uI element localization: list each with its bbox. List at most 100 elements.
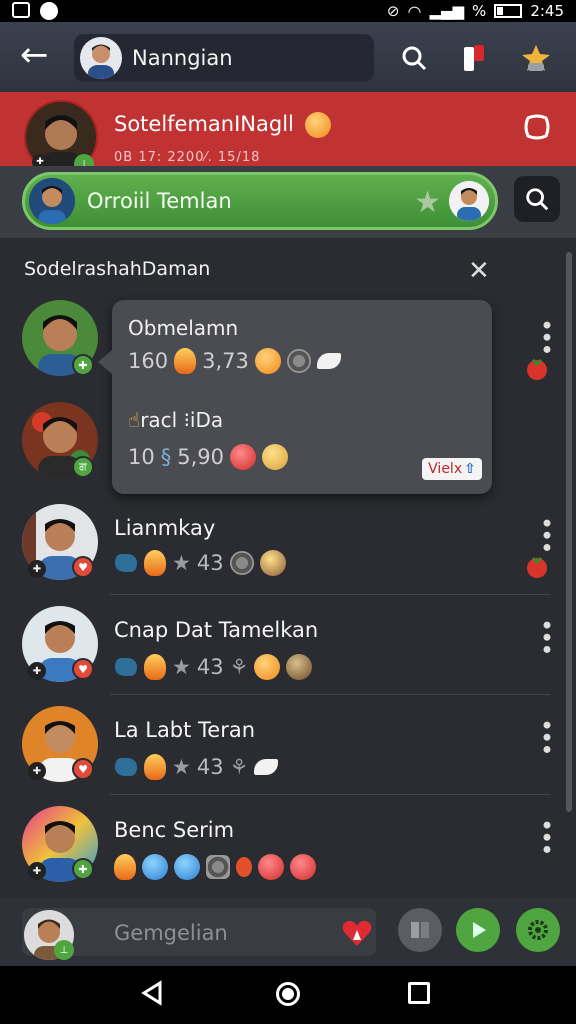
reaction-strip [114, 854, 316, 880]
blue-emoji-icon [174, 854, 200, 880]
leaf-icon [110, 758, 142, 776]
media-button[interactable] [454, 38, 494, 78]
leaf-icon [110, 658, 142, 676]
notification-subtitle: 0B 17: 2200⁄. 15/18 [114, 150, 261, 165]
more-options-button[interactable]: ••• [532, 516, 560, 552]
app-notification-icon [40, 2, 58, 20]
laugh-emoji-icon [230, 444, 256, 470]
search-button[interactable] [394, 38, 434, 78]
contact-chip[interactable]: Nanngian [74, 34, 374, 82]
list-item[interactable]: ✚ ✚ Benc Serim ••• [0, 804, 576, 904]
star-sticker-icon [522, 45, 550, 71]
search-icon [402, 46, 427, 71]
heart-eyes-badge-icon: ♥ [72, 556, 94, 578]
fire-icon [144, 754, 166, 780]
search-button-2[interactable] [514, 176, 560, 222]
panel-title: SodelrashahDaman [24, 258, 211, 280]
pin-icon: ✚ [28, 662, 46, 680]
tomato-icon [527, 358, 547, 380]
chat-app: ⊘ ◠ ▂▄▆ % 2:45 ← Nanngian ✚ ⊥ Sotelfeman… [0, 0, 576, 1024]
more-options-button[interactable]: ••• [532, 318, 560, 354]
pin-icon: ✚ [28, 762, 46, 780]
arrow-up-icon: ⇧ [464, 461, 476, 477]
send-button[interactable] [456, 908, 500, 952]
heart-eyes-badge-icon: ♥ [72, 658, 94, 680]
nav-home-button[interactable] [276, 982, 300, 1006]
wifi-icon: ◠ [407, 1, 422, 21]
person-emoji-icon [259, 550, 286, 576]
pointer-icon: ☝ [128, 408, 141, 432]
sticker-button[interactable] [516, 38, 556, 78]
signal-icon: ▂▄▆ [429, 2, 465, 20]
list-item[interactable]: ✚ ♥ Cnap Dat Tamelkan ★ 43 ⚘ ••• [0, 604, 576, 704]
bubble-stats-1: 160 3,73 [128, 348, 341, 374]
active-chat-pill[interactable]: Orroiil Temlan ★ [22, 172, 498, 230]
input-placeholder: Gemgelian [114, 921, 228, 945]
more-options-button[interactable]: ••• [532, 818, 560, 854]
value-1: 3,73 [202, 349, 249, 373]
contact-name: Benc Serim [114, 818, 235, 842]
grin-emoji-icon [254, 654, 281, 680]
frame-icon [524, 114, 550, 140]
contact-name: Cnap Dat Tamelkan [114, 618, 319, 642]
battery-icon [494, 4, 523, 18]
pin-icon: ✚ [28, 862, 46, 880]
feather-icon: ⚘ [229, 655, 249, 679]
message-input[interactable]: ⊥ Gemgelian [22, 908, 376, 964]
value-2: 5,90 [177, 445, 224, 469]
grin-emoji-icon [254, 348, 281, 374]
feather-icon: ⚘ [229, 755, 249, 779]
nav-recents-button[interactable] [408, 982, 430, 1004]
angry-emoji-icon [290, 854, 316, 880]
notification-title: SotelfemanINagll [114, 112, 331, 138]
pill-label: Orroiil Temlan [87, 189, 232, 213]
avatar [80, 37, 122, 81]
gear-icon [286, 349, 311, 373]
reaction-strip: ★ 43 ⚘ [110, 654, 313, 680]
tomato-icon [527, 556, 547, 578]
notification-banner[interactable]: ✚ ⊥ SotelfemanINagll 0B 17: 2200⁄. 15/18 [0, 92, 576, 176]
heart-icon[interactable] [340, 916, 374, 950]
more-options-button[interactable]: ••• [532, 618, 560, 654]
status-online-icon: ⊥ [54, 940, 74, 960]
back-button[interactable]: ← [20, 36, 60, 76]
angry-emoji-icon [258, 854, 284, 880]
notification-action-button[interactable] [522, 112, 552, 146]
list-item[interactable]: ✚ ♥ La Labt Teran ★ 43 ⚘ ••• [0, 704, 576, 804]
battery-percent: % [472, 2, 487, 20]
face-emoji-icon [286, 654, 313, 680]
star-icon: ★ [172, 551, 191, 575]
message-composer: ⊥ Gemgelian [0, 898, 576, 966]
page-title: Nanngian [132, 46, 233, 70]
nav-back-button[interactable] [140, 980, 166, 1006]
view-button[interactable]: Vielx ⇧ [422, 458, 482, 480]
settings-button[interactable] [516, 908, 560, 952]
status-badge: ✚ [72, 858, 94, 880]
matchstick-icon [236, 857, 252, 877]
star-icon[interactable]: ★ [414, 185, 441, 220]
list-item[interactable]: ✚ ♥ Lianmkay ★ 43 ••• [0, 502, 576, 602]
hand-icon [254, 759, 279, 775]
more-options-button[interactable]: ••• [532, 718, 560, 754]
top-header: ← Nanngian [0, 22, 576, 92]
fire-icon [144, 654, 166, 680]
book-button[interactable] [398, 908, 442, 952]
fire-icon [144, 550, 166, 576]
bubble-title-1: Obmelamn [128, 316, 239, 340]
blue-emoji-icon [142, 854, 168, 880]
fire-icon [114, 854, 136, 880]
leaf-icon [110, 554, 142, 572]
search-row: Orroiil Temlan ★ [0, 166, 576, 238]
reaction-strip: ★ 43 ⚘ [110, 754, 279, 780]
composer-avatar: ⊥ [24, 910, 74, 964]
book-icon [411, 922, 429, 938]
fire-icon [174, 348, 197, 374]
bubble-stats-2: 10 § 5,90 [128, 444, 288, 470]
count-1: 160 [128, 349, 169, 373]
clock: 2:45 [530, 2, 564, 20]
gear-icon [229, 551, 254, 575]
link-icon: § [160, 445, 172, 469]
close-button[interactable]: ✕ [468, 256, 490, 286]
contact-name: La Labt Teran [114, 718, 256, 742]
pin-icon: ✚ [28, 560, 46, 578]
